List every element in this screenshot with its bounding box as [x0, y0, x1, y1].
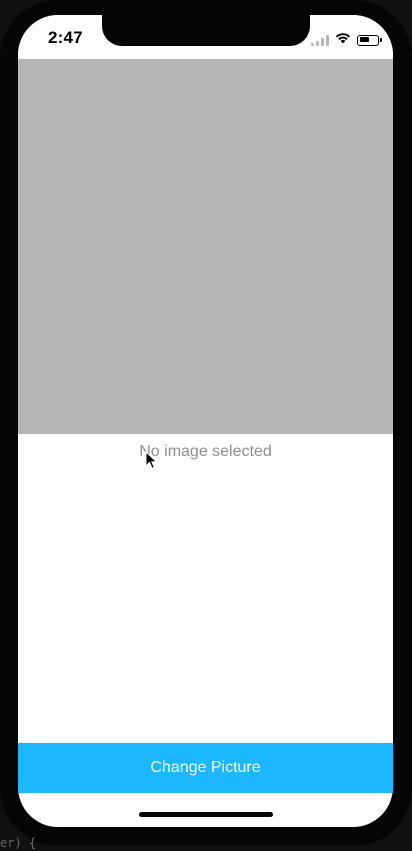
device-notch [102, 15, 310, 46]
mouse-pointer-icon [145, 451, 158, 470]
background-editor-text: er) { [0, 836, 37, 850]
cellular-signal-icon [311, 34, 329, 46]
selected-image-view [18, 59, 393, 434]
change-picture-button[interactable]: Change Picture [18, 743, 393, 793]
status-time: 2:47 [48, 28, 83, 47]
simulator-window: 2:47 No image selected Change Picture er… [0, 0, 412, 851]
no-image-label: No image selected [139, 443, 272, 460]
home-indicator [139, 812, 273, 817]
app-screen: 2:47 No image selected Change Picture [18, 15, 393, 827]
status-bar: 2:47 [18, 15, 393, 59]
status-icons [311, 31, 382, 49]
wifi-icon [335, 31, 351, 49]
battery-icon [357, 34, 382, 46]
